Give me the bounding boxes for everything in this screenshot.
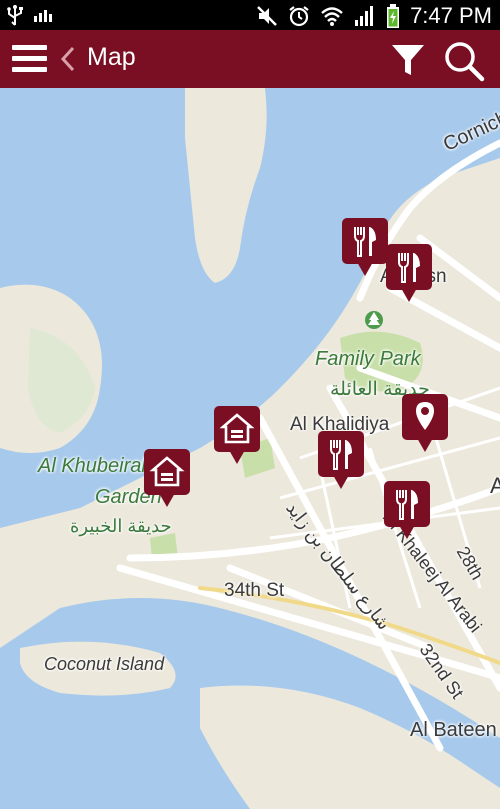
restaurant-marker[interactable] (342, 218, 388, 276)
fork-knife-icon (330, 440, 352, 470)
map-label-34th-st: 34th St (224, 580, 285, 601)
app-bar: Map (0, 30, 500, 88)
restaurant-marker[interactable] (386, 244, 432, 302)
restaurant-marker[interactable] (384, 481, 430, 539)
signal-bars-small-icon (34, 10, 52, 22)
wifi-icon (321, 7, 343, 26)
fork-knife-icon (398, 253, 420, 283)
map-label-edge-a: A (490, 473, 500, 498)
back-chevron-icon[interactable] (58, 45, 78, 73)
restaurant-marker[interactable] (318, 431, 364, 489)
hotel-marker[interactable] (214, 406, 260, 464)
map-label-family-park: Family Park (315, 348, 421, 370)
status-time: 7:47 PM (410, 3, 492, 28)
alarm-icon (289, 6, 309, 27)
location-marker[interactable] (402, 394, 448, 452)
search-icon[interactable] (443, 40, 485, 82)
fork-knife-icon (396, 490, 418, 520)
location-pin-icon (416, 402, 434, 430)
status-bar: 7:47 PM (0, 0, 500, 30)
usb-icon (7, 5, 23, 26)
battery-charging-icon (387, 4, 400, 28)
fork-knife-icon (354, 227, 376, 257)
map-label-coconut-island: Coconut Island (44, 654, 165, 674)
page-title: Map (87, 43, 136, 71)
menu-icon[interactable] (12, 44, 48, 74)
mute-icon (257, 6, 277, 26)
map-label-al-khubeirah: Al Khubeirah (38, 455, 153, 477)
hotel-marker[interactable] (144, 449, 190, 507)
house-icon (219, 413, 255, 444)
filter-icon[interactable] (390, 42, 426, 78)
map-view[interactable]: Corniche Al Husn Family Park حديقة العائ… (0, 88, 500, 809)
house-icon (149, 456, 185, 487)
map-label-al-bateen: Al Bateen (410, 719, 497, 741)
cell-signal-icon (355, 6, 374, 26)
map-label-khubeirah-garden-ar: حديقة الخبيرة (70, 516, 172, 536)
